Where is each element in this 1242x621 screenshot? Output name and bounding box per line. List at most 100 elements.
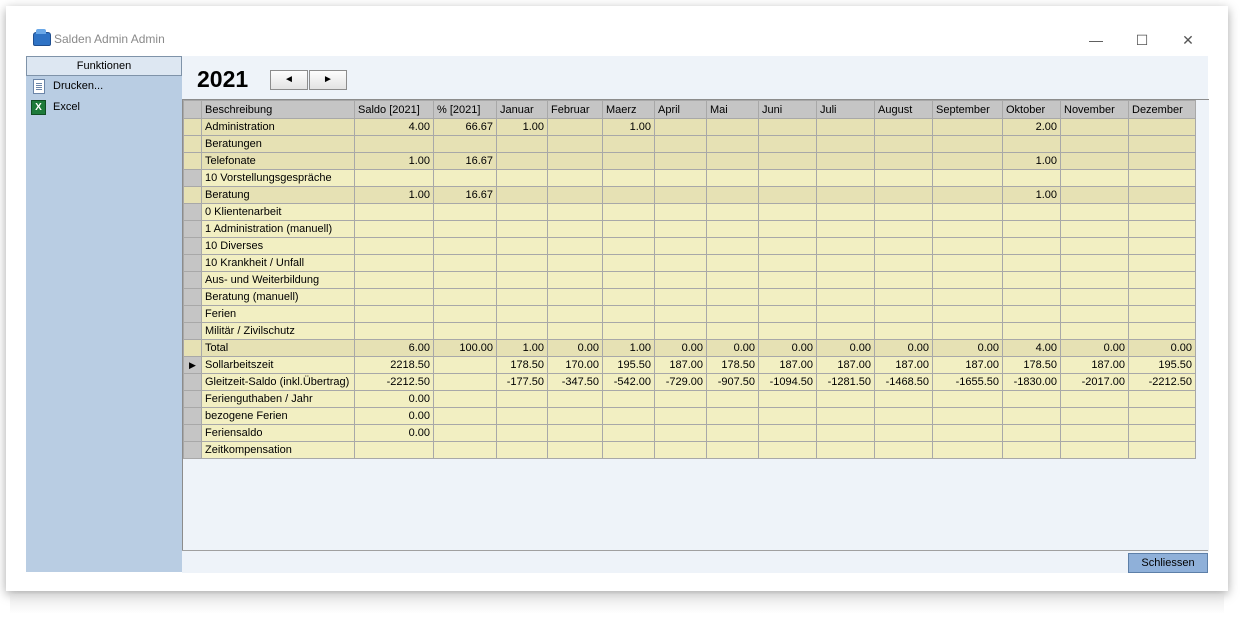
row-description-cell[interactable]: Militär / Zivilschutz: [201, 322, 355, 340]
table-cell[interactable]: -347.50: [547, 373, 603, 391]
sidebar-item-print[interactable]: Drucken...: [26, 76, 182, 97]
table-row[interactable]: 1 Administration (manuell): [183, 220, 1196, 238]
table-cell[interactable]: [1002, 288, 1061, 306]
table-cell[interactable]: [1128, 237, 1196, 255]
table-cell[interactable]: [547, 118, 603, 136]
table-cell[interactable]: [874, 118, 933, 136]
table-row[interactable]: 0 Klientenarbeit: [183, 203, 1196, 221]
table-cell[interactable]: [602, 305, 655, 323]
table-cell[interactable]: [706, 169, 759, 187]
table-cell[interactable]: [547, 169, 603, 187]
table-cell[interactable]: [706, 237, 759, 255]
row-description-cell[interactable]: 0 Klientenarbeit: [201, 203, 355, 221]
table-cell[interactable]: -2212.50: [1128, 373, 1196, 391]
table-cell[interactable]: [496, 407, 548, 425]
table-cell[interactable]: [496, 305, 548, 323]
table-cell[interactable]: [706, 152, 759, 170]
table-cell[interactable]: [1002, 305, 1061, 323]
table-cell[interactable]: [654, 169, 707, 187]
table-cell[interactable]: [816, 424, 875, 442]
table-row[interactable]: ▶ Sollarbeitszeit 2218.50 178.50 170.00 195.5…: [183, 356, 1196, 374]
table-cell[interactable]: [932, 220, 1003, 238]
table-cell[interactable]: [433, 356, 497, 374]
table-cell[interactable]: [354, 220, 434, 238]
table-cell[interactable]: [1002, 322, 1061, 340]
table-cell[interactable]: 195.50: [1128, 356, 1196, 374]
table-cell[interactable]: [758, 407, 817, 425]
table-cell[interactable]: [706, 135, 759, 153]
table-cell[interactable]: 1.00: [354, 152, 434, 170]
table-cell[interactable]: [1002, 254, 1061, 272]
table-cell[interactable]: [932, 271, 1003, 289]
table-cell[interactable]: -1094.50: [758, 373, 817, 391]
table-cell[interactable]: [1002, 424, 1061, 442]
table-cell[interactable]: [602, 322, 655, 340]
table-cell[interactable]: [1128, 271, 1196, 289]
table-cell[interactable]: 195.50: [602, 356, 655, 374]
table-cell[interactable]: [654, 390, 707, 408]
table-cell[interactable]: [654, 118, 707, 136]
table-cell[interactable]: -1655.50: [932, 373, 1003, 391]
table-cell[interactable]: [1060, 288, 1129, 306]
table-cell[interactable]: [1128, 390, 1196, 408]
table-cell[interactable]: -542.00: [602, 373, 655, 391]
table-cell[interactable]: [706, 407, 759, 425]
table-cell[interactable]: [874, 135, 933, 153]
table-cell[interactable]: [602, 169, 655, 187]
row-header-cell[interactable]: [183, 373, 202, 391]
table-cell[interactable]: [874, 254, 933, 272]
table-cell[interactable]: [816, 237, 875, 255]
table-cell[interactable]: [602, 271, 655, 289]
table-cell[interactable]: [816, 135, 875, 153]
row-description-cell[interactable]: Beratung (manuell): [201, 288, 355, 306]
table-cell[interactable]: [547, 152, 603, 170]
table-cell[interactable]: [602, 152, 655, 170]
table-cell[interactable]: [1128, 169, 1196, 187]
table-cell[interactable]: [758, 390, 817, 408]
table-cell[interactable]: [602, 441, 655, 459]
table-cell[interactable]: [932, 152, 1003, 170]
table-cell[interactable]: [496, 135, 548, 153]
table-cell[interactable]: [1060, 186, 1129, 204]
table-cell[interactable]: [1002, 135, 1061, 153]
row-header-cell[interactable]: [183, 390, 202, 408]
table-row[interactable]: 10 Diverses: [183, 237, 1196, 255]
current-row-marker[interactable]: ▶: [183, 356, 202, 374]
table-cell[interactable]: [758, 220, 817, 238]
row-header-cell[interactable]: [183, 135, 202, 153]
table-cell[interactable]: [874, 152, 933, 170]
row-header-cell[interactable]: [183, 220, 202, 238]
table-cell[interactable]: 1.00: [602, 339, 655, 357]
table-cell[interactable]: [433, 373, 497, 391]
table-cell[interactable]: [932, 441, 1003, 459]
row-header-cell[interactable]: [183, 237, 202, 255]
table-cell[interactable]: [932, 390, 1003, 408]
row-header-cell[interactable]: [183, 186, 202, 204]
table-cell[interactable]: [602, 390, 655, 408]
table-cell[interactable]: [547, 186, 603, 204]
table-cell[interactable]: [433, 169, 497, 187]
row-header-cell[interactable]: [183, 152, 202, 170]
table-cell[interactable]: [496, 186, 548, 204]
table-cell[interactable]: 187.00: [874, 356, 933, 374]
table-cell[interactable]: 1.00: [496, 339, 548, 357]
table-cell[interactable]: [874, 203, 933, 221]
table-cell[interactable]: [706, 441, 759, 459]
table-cell[interactable]: [932, 237, 1003, 255]
table-cell[interactable]: [874, 305, 933, 323]
row-header-cell[interactable]: [183, 322, 202, 340]
table-cell[interactable]: 0.00: [354, 424, 434, 442]
table-cell[interactable]: 178.50: [1002, 356, 1061, 374]
table-cell[interactable]: [547, 254, 603, 272]
table-cell[interactable]: [816, 186, 875, 204]
column-header[interactable]: Januar: [496, 100, 548, 119]
row-description-cell[interactable]: Sollarbeitszeit: [201, 356, 355, 374]
table-cell[interactable]: [654, 135, 707, 153]
close-button[interactable]: Schliessen: [1128, 553, 1208, 573]
table-cell[interactable]: [602, 220, 655, 238]
table-cell[interactable]: [1128, 407, 1196, 425]
table-row[interactable]: Aus- und Weiterbildung: [183, 271, 1196, 289]
table-cell[interactable]: [706, 288, 759, 306]
table-cell[interactable]: [816, 118, 875, 136]
table-cell[interactable]: [1128, 220, 1196, 238]
